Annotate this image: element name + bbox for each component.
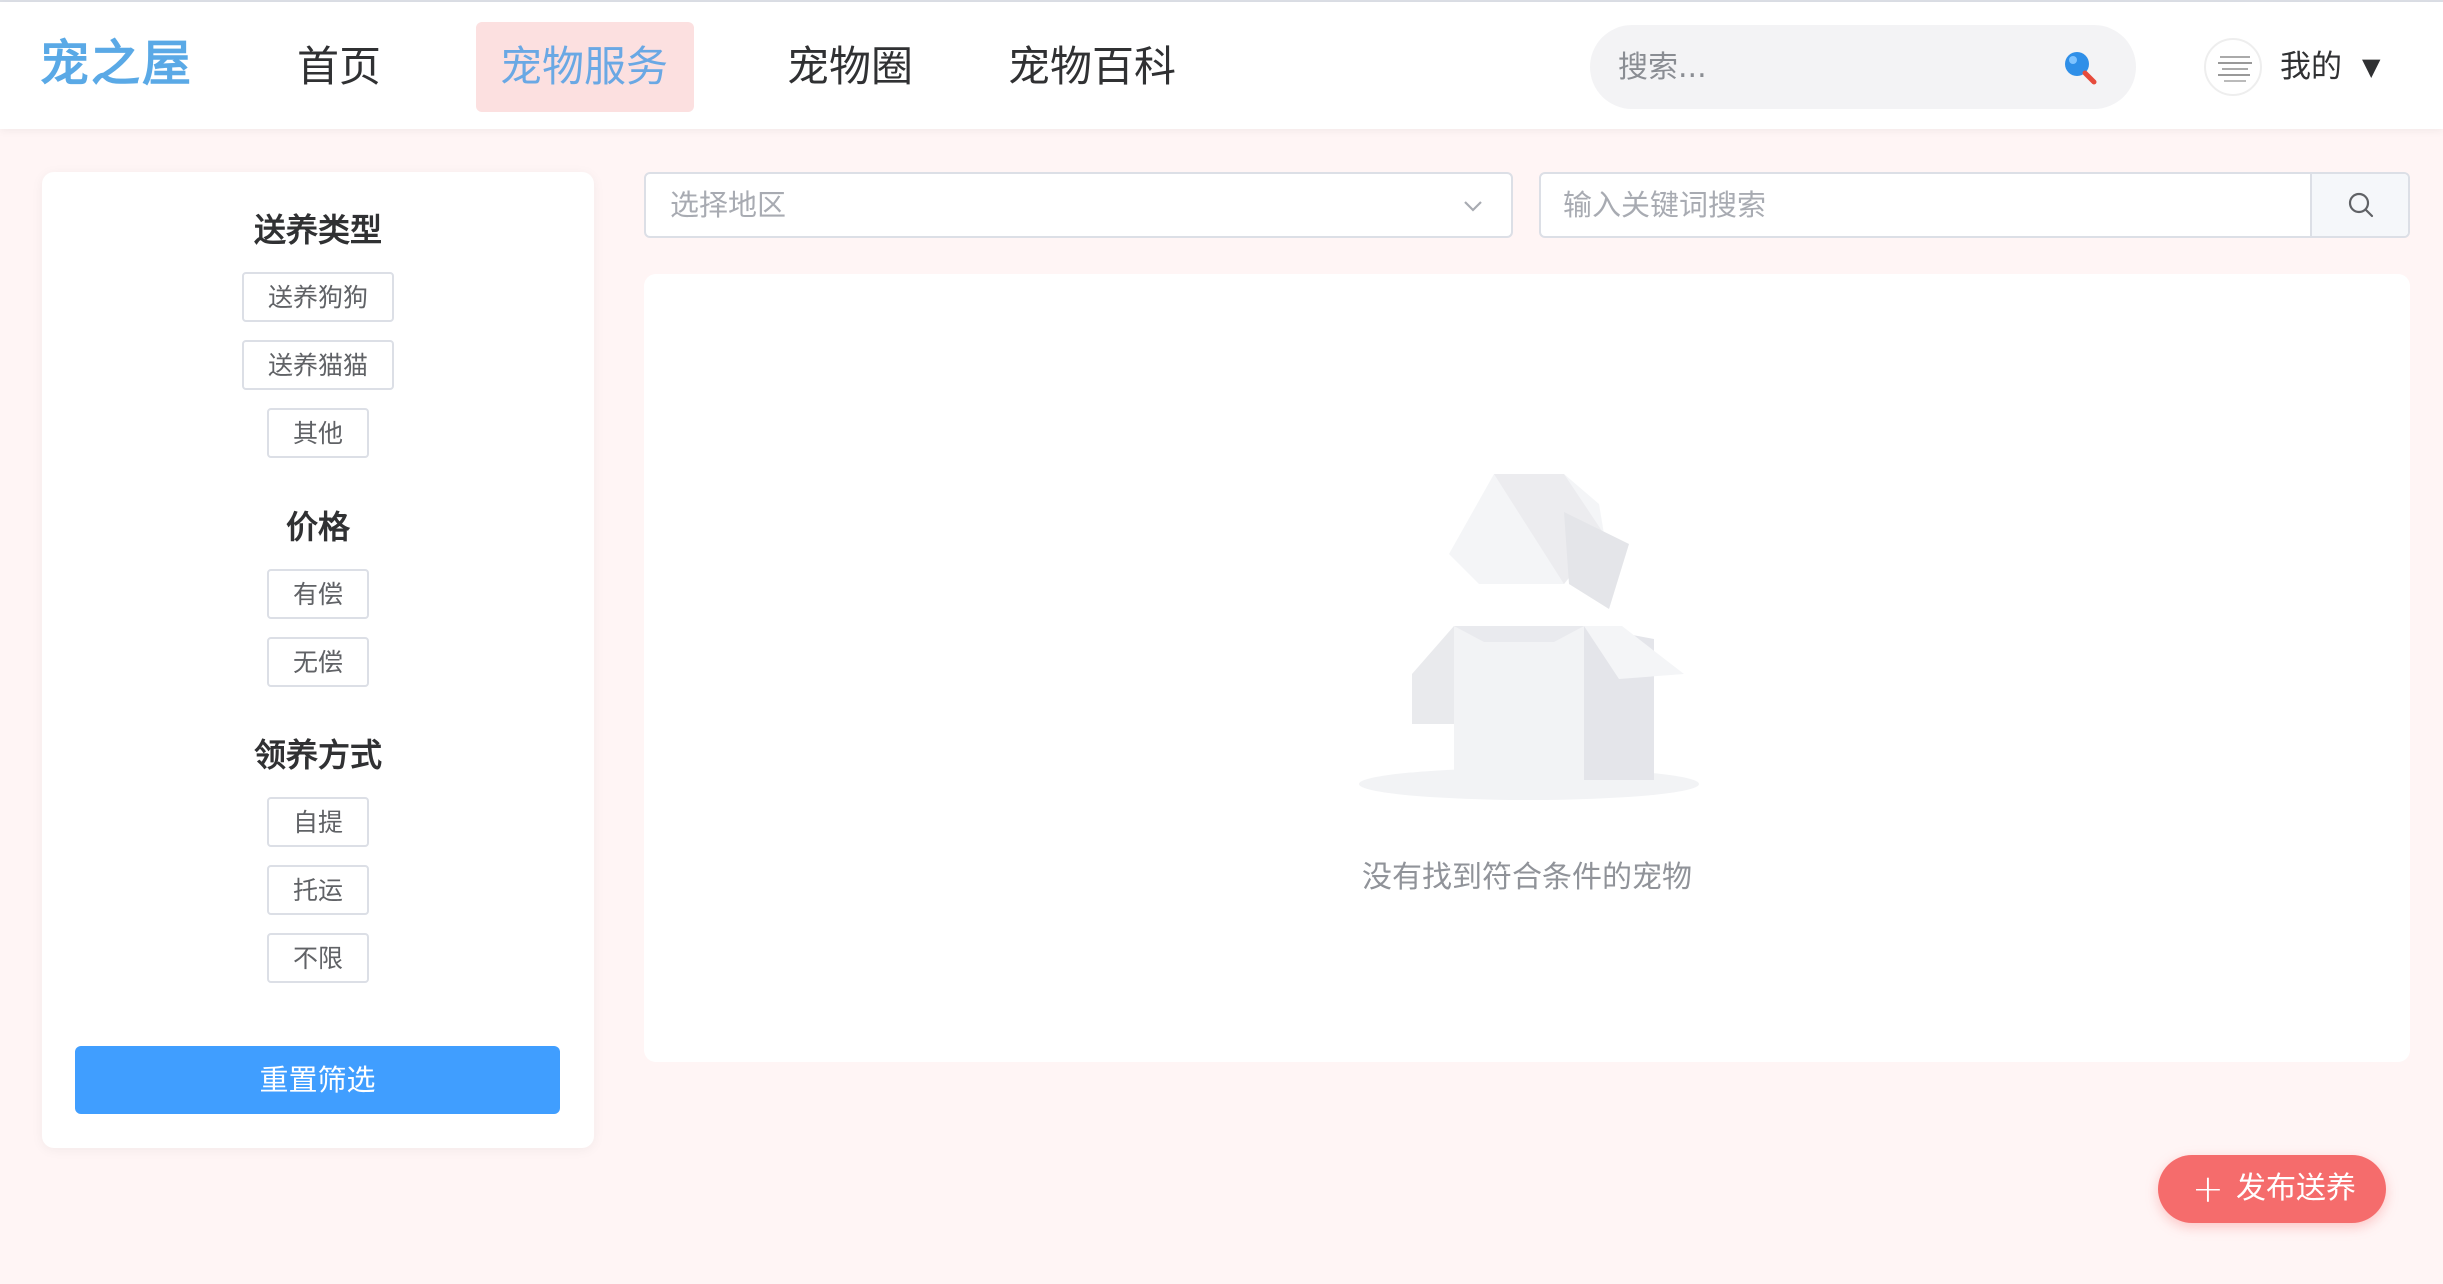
user-avatar[interactable] bbox=[2204, 38, 2262, 96]
user-menu-label[interactable]: 我的 bbox=[2280, 42, 2342, 92]
filter-option-other[interactable]: 其他 bbox=[267, 408, 369, 458]
keyword-search bbox=[1539, 172, 2410, 238]
filter-option-pickup[interactable]: 自提 bbox=[267, 797, 369, 847]
filter-group-title-type: 送养类型 bbox=[253, 211, 382, 249]
nav-home[interactable]: 首页 bbox=[273, 22, 405, 112]
keyword-search-input[interactable] bbox=[1541, 174, 2309, 236]
top-navbar: 宠之屋 首页 宠物服务 宠物圈 宠物百科 我的 ▼ bbox=[0, 2, 2443, 129]
filter-option-shipping[interactable]: 托运 bbox=[267, 865, 369, 915]
filter-option-paid[interactable]: 有偿 bbox=[267, 569, 369, 619]
region-select-placeholder: 选择地区 bbox=[670, 188, 787, 222]
caret-down-icon[interactable]: ▼ bbox=[2362, 42, 2380, 92]
nav-pet-circle[interactable]: 宠物圈 bbox=[763, 22, 937, 112]
filter-sidebar: 送养类型 送养狗狗 送养猫猫 其他 价格 有偿 无偿 领养方式 自提 托运 不限… bbox=[42, 172, 594, 1148]
keyword-search-button[interactable] bbox=[2310, 174, 2408, 236]
reset-filters-button[interactable]: 重置筛选 bbox=[75, 1046, 560, 1114]
filter-option-dogs[interactable]: 送养狗狗 bbox=[242, 272, 394, 322]
publish-adoption-label: 发布送养 bbox=[2236, 1171, 2356, 1206]
plus-icon: + bbox=[2192, 1167, 2224, 1211]
results-panel: 没有找到符合条件的宠物 bbox=[644, 274, 2410, 1062]
nav-pet-encyclopedia[interactable]: 宠物百科 bbox=[984, 22, 1200, 112]
empty-box-icon bbox=[1359, 474, 1699, 800]
nav-pet-services[interactable]: 宠物服务 bbox=[476, 22, 694, 112]
search-icon bbox=[2348, 192, 2374, 218]
region-select[interactable]: 选择地区 bbox=[644, 172, 1513, 238]
empty-state-message: 没有找到符合条件的宠物 bbox=[1362, 860, 1692, 895]
chevron-down-icon bbox=[1464, 201, 1482, 212]
filter-option-free[interactable]: 无偿 bbox=[267, 637, 369, 687]
filter-option-any[interactable]: 不限 bbox=[267, 933, 369, 983]
filter-group-title-method: 领养方式 bbox=[253, 736, 382, 774]
global-search bbox=[1590, 25, 2136, 109]
filter-group-title-price: 价格 bbox=[285, 508, 350, 546]
site-logo[interactable]: 宠之屋 bbox=[40, 34, 193, 94]
publish-adoption-button[interactable]: + 发布送养 bbox=[2158, 1155, 2386, 1223]
global-search-input[interactable] bbox=[1618, 25, 2038, 109]
filter-option-cats[interactable]: 送养猫猫 bbox=[242, 340, 394, 390]
search-icon[interactable] bbox=[2060, 47, 2100, 87]
